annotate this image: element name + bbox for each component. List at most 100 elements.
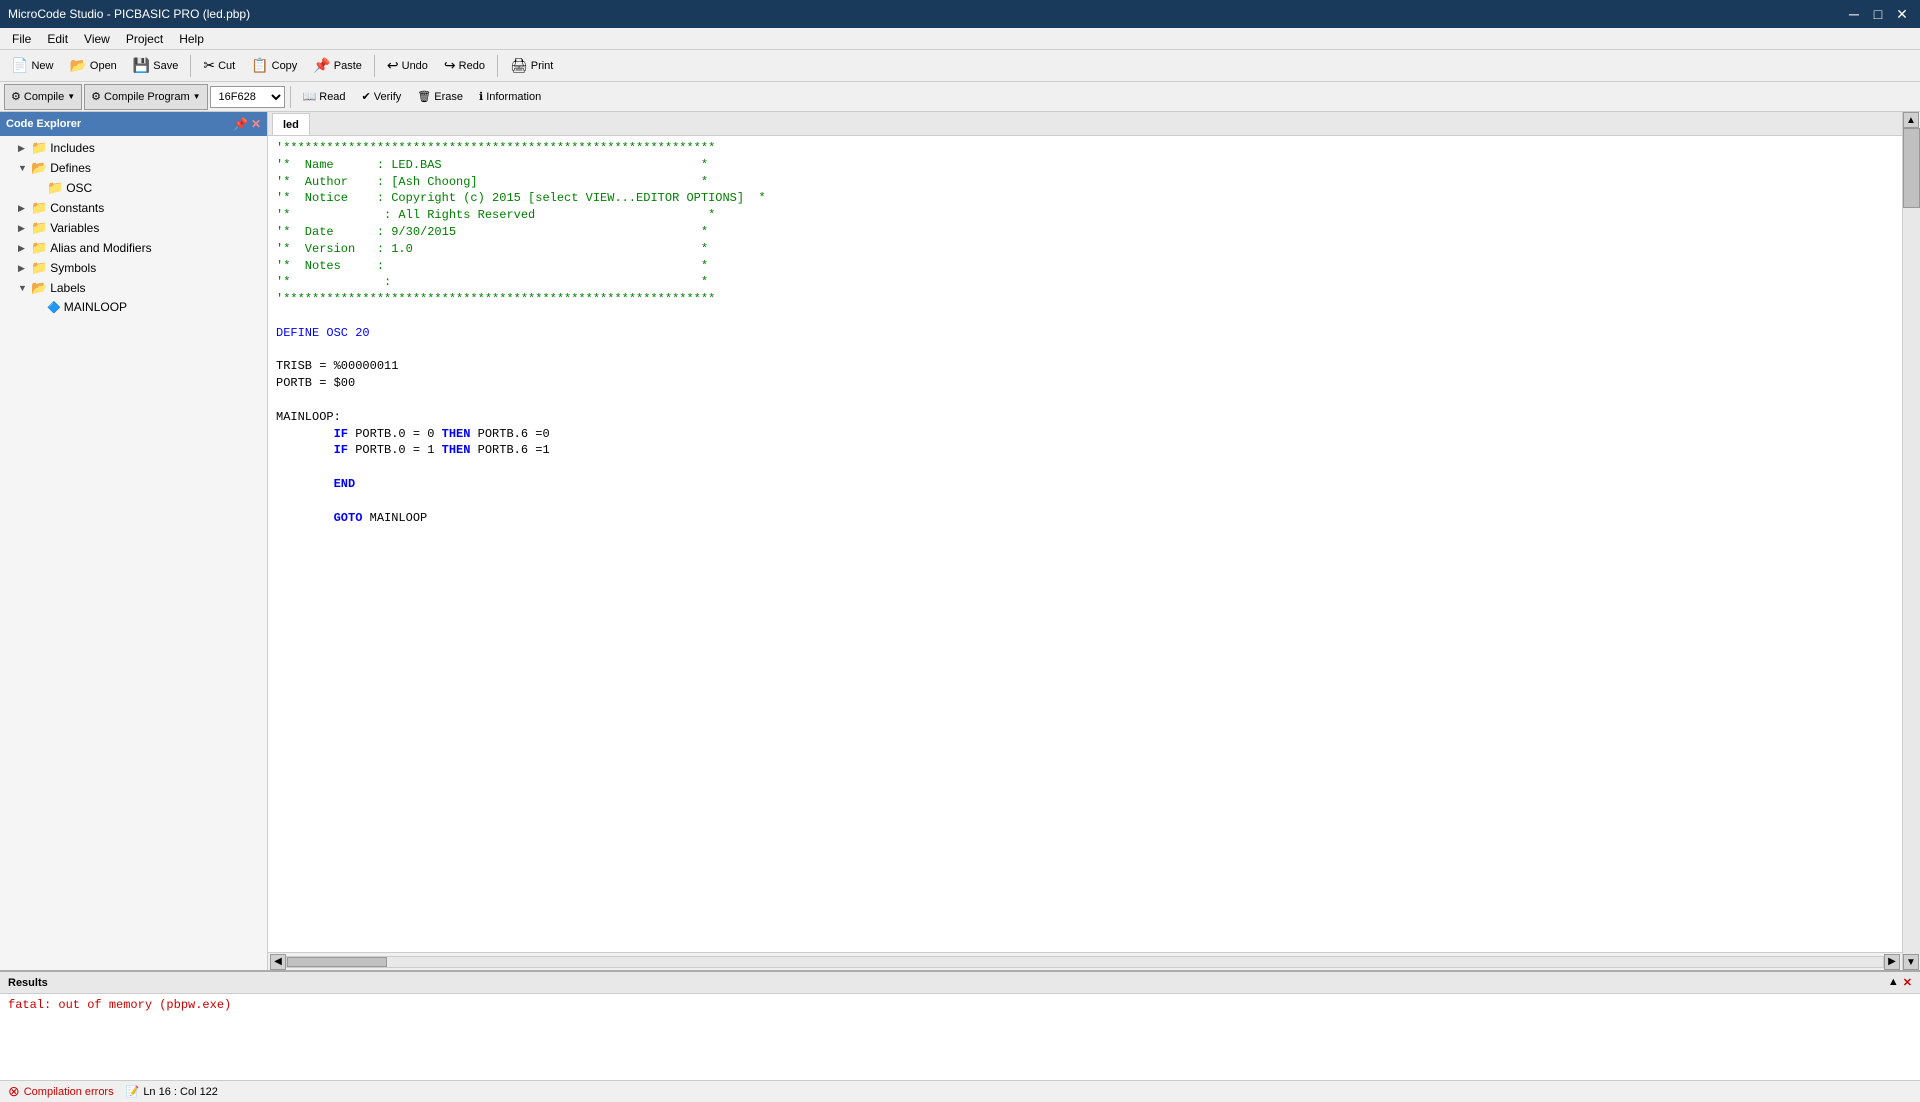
menu-view[interactable]: View	[76, 30, 118, 48]
sidebar-item-alias[interactable]: ▶ 📁 Alias and Modifiers	[2, 238, 265, 258]
undo-icon: ↩	[387, 57, 399, 74]
new-label: New	[31, 60, 53, 72]
copy-button[interactable]: 📋 Copy	[244, 53, 304, 79]
sidebar-item-symbols[interactable]: ▶ 📁 Symbols	[2, 258, 265, 278]
toolbar: 📄 New 📂 Open 💾 Save ✂ Cut 📋 Copy 📌 Paste…	[0, 50, 1920, 82]
vscroll-down-button[interactable]: ▼	[1903, 954, 1919, 970]
redo-icon: ↪	[444, 57, 456, 74]
sidebar-item-constants[interactable]: ▶ 📁 Constants	[2, 198, 265, 218]
redo-label: Redo	[459, 60, 485, 72]
position-text: Ln 16 : Col 122	[143, 1086, 218, 1098]
sidebar-pin-icon[interactable]: 📌	[233, 117, 248, 131]
redo-button[interactable]: ↪ Redo	[437, 53, 492, 79]
compile-label: Compile	[24, 91, 64, 103]
constants-label: Constants	[50, 201, 104, 215]
results-title: Results	[8, 977, 48, 989]
labels-label: Labels	[50, 281, 85, 295]
vscroll-up-button[interactable]: ▲	[1903, 112, 1919, 128]
osc-label: OSC	[66, 181, 92, 195]
sidebar-close-icon[interactable]: ✕	[251, 117, 261, 131]
results-close-icon[interactable]: ✕	[1903, 976, 1912, 989]
main: Code Explorer 📌 ✕ ▶ 📁 Includes ▼ 📂 Defin	[0, 112, 1920, 1080]
error-icon: ⊗	[8, 1083, 20, 1100]
menu-help[interactable]: Help	[171, 30, 212, 48]
maximize-button[interactable]: □	[1868, 4, 1888, 24]
menu-project[interactable]: Project	[118, 30, 171, 48]
read-button[interactable]: 📖 Read	[296, 84, 353, 110]
editor-hscroll: ◀ ▶	[268, 952, 1902, 970]
menu-file[interactable]: File	[4, 30, 39, 48]
vscroll-track[interactable]	[1903, 128, 1920, 954]
sidebar-item-osc[interactable]: 📁 OSC	[2, 178, 265, 198]
information-button[interactable]: ℹ Information	[472, 84, 548, 110]
sidebar-item-mainloop[interactable]: 🔷 MAINLOOP	[2, 298, 265, 316]
variables-label: Variables	[50, 221, 99, 235]
hscroll-right-button[interactable]: ▶	[1884, 954, 1900, 970]
sidebar-item-defines[interactable]: ▼ 📂 Defines	[2, 158, 265, 178]
undo-button[interactable]: ↩ Undo	[380, 53, 435, 79]
symbols-arrow: ▶	[18, 263, 28, 274]
error-text: Compilation errors	[24, 1086, 114, 1098]
editor-tabs: led	[268, 112, 1902, 136]
sidebar-item-labels[interactable]: ▼ 📂 Labels	[2, 278, 265, 298]
symbols-label: Symbols	[50, 261, 96, 275]
compile-program-button[interactable]: ⚙ Compile Program ▼	[84, 84, 207, 110]
labels-arrow: ▼	[18, 283, 28, 293]
new-button[interactable]: 📄 New	[4, 53, 60, 79]
title-bar: MicroCode Studio - PICBASIC PRO (led.pbp…	[0, 0, 1920, 28]
sidebar-tree: ▶ 📁 Includes ▼ 📂 Defines 📁 OSC	[0, 136, 267, 970]
cursor-position-status: 📝 Ln 16 : Col 122	[126, 1085, 218, 1098]
content-area: Code Explorer 📌 ✕ ▶ 📁 Includes ▼ 📂 Defin	[0, 112, 1920, 970]
read-label: Read	[319, 91, 345, 103]
new-icon: 📄	[11, 57, 28, 74]
verify-button[interactable]: ✔ Verify	[355, 84, 409, 110]
sidebar-header-controls: 📌 ✕	[233, 117, 261, 131]
cut-button[interactable]: ✂ Cut	[196, 53, 242, 79]
editor-area: led '***********************************…	[268, 112, 1902, 970]
save-button[interactable]: 💾 Save	[126, 53, 186, 79]
includes-folder-icon: 📁	[31, 140, 47, 156]
alias-arrow: ▶	[18, 243, 28, 254]
tab-led[interactable]: led	[272, 113, 310, 135]
print-label: Print	[531, 60, 554, 72]
results-content: fatal: out of memory (pbpw.exe)	[0, 994, 1920, 1080]
position-icon: 📝	[126, 1085, 140, 1098]
menu-edit[interactable]: Edit	[39, 30, 76, 48]
hscroll-thumb[interactable]	[287, 957, 387, 967]
print-button[interactable]: 🖨 Print	[503, 53, 560, 79]
mainloop-file-icon: 🔷	[47, 301, 61, 314]
sidebar-title: Code Explorer	[6, 118, 81, 130]
sidebar-item-variables[interactable]: ▶ 📁 Variables	[2, 218, 265, 238]
sidebar-item-includes[interactable]: ▶ 📁 Includes	[2, 138, 265, 158]
open-label: Open	[90, 60, 117, 72]
defines-label: Defines	[50, 161, 91, 175]
results-expand-icon[interactable]: ▲	[1888, 976, 1899, 989]
paste-button[interactable]: 📌 Paste	[306, 53, 369, 79]
status-bar: ⊗ Compilation errors 📝 Ln 16 : Col 122	[0, 1080, 1920, 1102]
verify-label: Verify	[374, 91, 402, 103]
defines-arrow: ▼	[18, 163, 28, 173]
alias-folder-icon: 📁	[31, 240, 47, 256]
vscroll-thumb[interactable]	[1903, 128, 1920, 208]
compile-dropdown-button[interactable]: ⚙ Compile ▼	[4, 84, 82, 110]
hscroll-left-button[interactable]: ◀	[270, 954, 286, 970]
minimize-button[interactable]: ─	[1844, 4, 1864, 24]
title-bar-text: MicroCode Studio - PICBASIC PRO (led.pbp…	[8, 7, 250, 21]
erase-label: Erase	[434, 91, 463, 103]
constants-arrow: ▶	[18, 203, 28, 214]
results-panel: Results ▲ ✕ fatal: out of memory (pbpw.e…	[0, 970, 1920, 1080]
device-select[interactable]: 16F628 16F84A 16F877A	[210, 86, 285, 108]
toolbar-sep-3	[497, 55, 498, 77]
open-button[interactable]: 📂 Open	[62, 53, 123, 79]
close-button[interactable]: ✕	[1892, 4, 1912, 24]
erase-icon: 🗑	[417, 90, 431, 103]
symbols-folder-icon: 📁	[31, 260, 47, 276]
information-icon: ℹ	[479, 90, 483, 103]
includes-label: Includes	[50, 141, 95, 155]
code-editor[interactable]: '***************************************…	[268, 136, 1902, 952]
toolbar-sep-1	[190, 55, 191, 77]
save-label: Save	[153, 60, 178, 72]
erase-button[interactable]: 🗑 Erase	[410, 84, 470, 110]
results-header: Results ▲ ✕	[0, 972, 1920, 994]
hscroll-track[interactable]	[286, 956, 1884, 968]
